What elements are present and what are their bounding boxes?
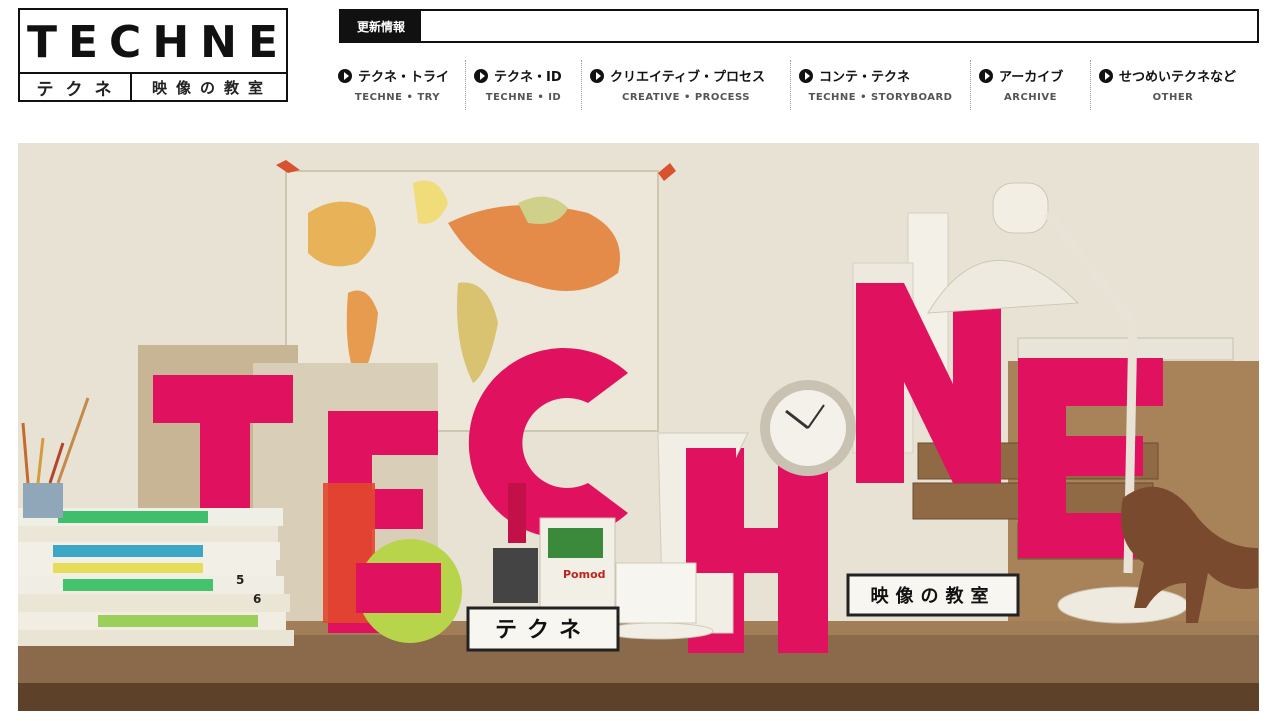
nav-label-en: CREATIVE • PROCESS [622,92,750,103]
arrow-icon [979,68,993,83]
nav-label-jp: テクネ・ID [494,70,562,85]
news-label: 更新情報 [341,11,421,41]
nav-item-try[interactable]: テクネ・トライ TECHNE • TRY [330,60,465,110]
logo-title: TECHNE [26,16,290,68]
nav-label-en: OTHER [1152,92,1194,103]
tomato-tin: Pomod [539,517,616,609]
sign-kana: テクネ [466,606,620,652]
logo-subtitle: テクネ 映像の教室 [20,72,286,100]
nav-item-storyboard[interactable]: コンテ・テクネ TECHNE • STORYBOARD [790,60,970,110]
news-bar[interactable]: 更新情報 [339,9,1259,43]
tin-label: Pomod [563,568,606,581]
nav-label-jp: クリエイティブ・プロセス [610,70,765,85]
nav-label-en: TECHNE • STORYBOARD [808,92,953,103]
arrow-icon [590,68,604,83]
hero-image[interactable]: 5 6 Pomod テクネ 映像の教室 [18,143,1259,711]
nav-item-archive[interactable]: アーカイブ ARCHIVE [970,60,1090,110]
logo-kanji: 映像の教室 [151,78,272,97]
nav-label-en: ARCHIVE [1004,92,1057,103]
nav-item-id[interactable]: テクネ・ID TECHNE • ID [465,60,581,110]
nav-label-jp: コンテ・テクネ [819,70,911,85]
sign-kanji-text: 映像の教室 [871,585,996,607]
arrow-icon [474,68,488,83]
nav-label-jp: アーカイブ [999,70,1064,85]
hero-illustration: 5 6 Pomod テクネ 映像の教室 [18,143,1259,711]
sign-kana-text: テクネ [495,618,591,643]
nav-item-creative-process[interactable]: クリエイティブ・プロセス CREATIVE • PROCESS [581,60,790,110]
nav-label-jp: せつめいテクネなど [1119,70,1237,85]
nav-item-other[interactable]: せつめいテクネなど OTHER [1090,60,1255,110]
main-nav: テクネ・トライ TECHNE • TRY テクネ・ID TECHNE • ID … [330,60,1265,110]
arrow-icon [799,68,813,83]
sign-kanji: 映像の教室 [846,573,1020,617]
logo-kana: テクネ [20,74,132,100]
site-logo[interactable]: TECHNE テクネ 映像の教室 [18,8,288,102]
arrow-icon [1099,68,1113,83]
book-number: 5 [236,573,244,587]
book-number: 6 [253,592,261,606]
nav-label-en: TECHNE • TRY [354,92,441,103]
nav-label-jp: テクネ・トライ [358,70,450,85]
alarm-clock [760,380,856,476]
book-stack: 5 6 [18,508,294,646]
nav-label-en: TECHNE • ID [485,92,562,103]
arrow-icon [338,68,352,83]
